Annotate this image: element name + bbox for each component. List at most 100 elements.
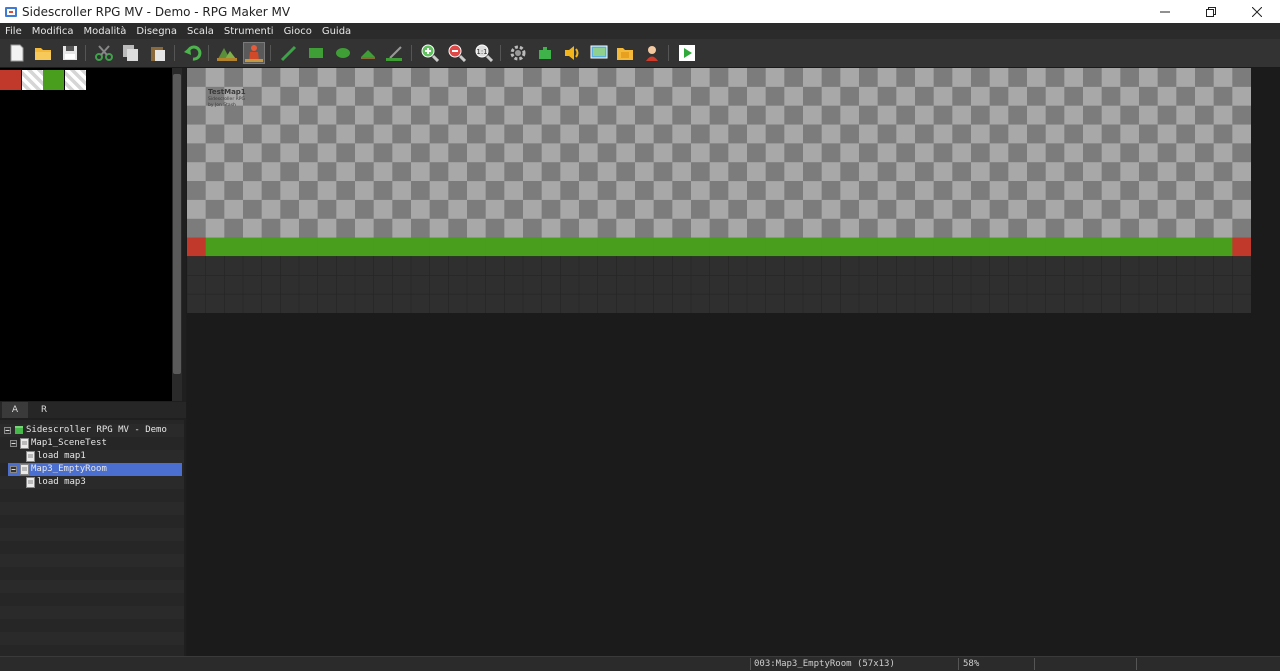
background-tile[interactable] xyxy=(709,181,729,201)
ellipse-button[interactable] xyxy=(332,42,354,64)
floor-tile[interactable] xyxy=(354,256,375,276)
background-tile[interactable] xyxy=(280,218,300,238)
background-tile[interactable] xyxy=(616,68,636,88)
background-tile[interactable] xyxy=(971,199,990,220)
background-tile[interactable] xyxy=(933,218,953,238)
floor-tile[interactable] xyxy=(1138,275,1159,295)
background-tile[interactable] xyxy=(1064,162,1084,182)
floor-tile[interactable] xyxy=(653,256,673,276)
floor-tile[interactable] xyxy=(373,256,393,276)
background-tile[interactable] xyxy=(317,162,337,182)
background-tile[interactable] xyxy=(616,199,636,220)
background-tile[interactable] xyxy=(317,181,337,201)
background-tile[interactable] xyxy=(1195,86,1214,106)
floor-tile[interactable] xyxy=(392,275,412,295)
background-tile[interactable] xyxy=(504,86,524,106)
floor-tile[interactable] xyxy=(485,256,505,276)
background-tile[interactable] xyxy=(485,68,505,88)
background-tile[interactable] xyxy=(952,181,972,201)
background-tile[interactable] xyxy=(1120,181,1140,201)
background-tile[interactable] xyxy=(1027,199,1046,220)
background-tile[interactable] xyxy=(523,162,542,182)
background-tile[interactable] xyxy=(1008,181,1028,201)
background-tile[interactable] xyxy=(317,218,337,238)
background-tile[interactable] xyxy=(280,68,300,88)
background-tile[interactable] xyxy=(261,124,281,144)
background-tile[interactable] xyxy=(597,162,617,182)
floor-tile[interactable] xyxy=(1157,293,1177,313)
background-tile[interactable] xyxy=(840,105,860,125)
background-tile[interactable] xyxy=(747,68,766,88)
ground-tile[interactable] xyxy=(373,237,393,257)
background-tile[interactable] xyxy=(299,68,318,88)
background-tile[interactable] xyxy=(560,124,580,144)
background-tile[interactable] xyxy=(448,124,468,144)
ground-tile[interactable] xyxy=(336,237,356,257)
background-tile[interactable] xyxy=(467,199,486,220)
background-tile[interactable] xyxy=(747,86,766,106)
floor-tile[interactable] xyxy=(317,275,337,295)
background-tile[interactable] xyxy=(784,124,804,144)
floor-tile[interactable] xyxy=(242,275,263,295)
background-tile[interactable] xyxy=(1195,143,1214,163)
collapse-icon[interactable] xyxy=(10,466,17,473)
ground-tile[interactable] xyxy=(1045,237,1065,257)
background-tile[interactable] xyxy=(691,199,710,220)
background-tile[interactable] xyxy=(317,199,337,220)
background-tile[interactable] xyxy=(859,124,878,144)
rectangle-button[interactable] xyxy=(305,42,327,64)
tile-swatch[interactable] xyxy=(43,70,64,90)
ground-tile[interactable] xyxy=(840,237,860,257)
background-tile[interactable] xyxy=(1176,199,1196,220)
background-tile[interactable] xyxy=(971,162,990,182)
background-tile[interactable] xyxy=(1120,68,1140,88)
background-tile[interactable] xyxy=(784,105,804,125)
floor-tile[interactable] xyxy=(1026,293,1047,313)
background-tile[interactable] xyxy=(560,162,580,182)
ground-tile[interactable] xyxy=(504,237,524,257)
background-tile[interactable] xyxy=(691,68,710,88)
background-tile[interactable] xyxy=(224,124,244,144)
menu-disegna[interactable]: Disegna xyxy=(131,26,182,37)
floor-tile[interactable] xyxy=(821,256,841,276)
background-tile[interactable] xyxy=(616,124,636,144)
ground-tile[interactable] xyxy=(1083,237,1102,257)
background-tile[interactable] xyxy=(803,218,822,238)
background-tile[interactable] xyxy=(280,105,300,125)
background-tile[interactable] xyxy=(1157,218,1177,238)
background-tile[interactable] xyxy=(187,86,206,106)
background-tile[interactable] xyxy=(840,162,860,182)
background-tile[interactable] xyxy=(1083,124,1102,144)
floor-tile[interactable] xyxy=(224,275,244,295)
background-tile[interactable] xyxy=(1213,105,1233,125)
background-tile[interactable] xyxy=(1101,199,1121,220)
floor-tile[interactable] xyxy=(1026,256,1047,276)
background-tile[interactable] xyxy=(373,105,393,125)
background-tile[interactable] xyxy=(859,105,878,125)
background-tile[interactable] xyxy=(448,162,468,182)
background-tile[interactable] xyxy=(1139,143,1158,163)
floor-tile[interactable] xyxy=(373,293,393,313)
background-tile[interactable] xyxy=(915,105,934,125)
tree-item-map1-scenetest[interactable]: Map1_SceneTest xyxy=(0,437,184,450)
background-tile[interactable] xyxy=(653,199,673,220)
background-tile[interactable] xyxy=(448,181,468,201)
background-tile[interactable] xyxy=(1008,124,1028,144)
background-tile[interactable] xyxy=(877,124,897,144)
background-tile[interactable] xyxy=(541,124,561,144)
background-tile[interactable] xyxy=(896,199,916,220)
floor-tile[interactable] xyxy=(840,293,860,313)
background-tile[interactable] xyxy=(541,86,561,106)
ground-tile[interactable] xyxy=(971,237,990,257)
background-tile[interactable] xyxy=(243,105,262,125)
background-tile[interactable] xyxy=(1120,218,1140,238)
floor-tile[interactable] xyxy=(877,275,897,295)
background-tile[interactable] xyxy=(933,162,953,182)
background-tile[interactable] xyxy=(672,86,692,106)
background-tile[interactable] xyxy=(952,199,972,220)
background-tile[interactable] xyxy=(840,181,860,201)
floor-tile[interactable] xyxy=(280,275,300,295)
floor-tile[interactable] xyxy=(765,275,785,295)
background-tile[interactable] xyxy=(1213,199,1233,220)
background-tile[interactable] xyxy=(429,68,449,88)
